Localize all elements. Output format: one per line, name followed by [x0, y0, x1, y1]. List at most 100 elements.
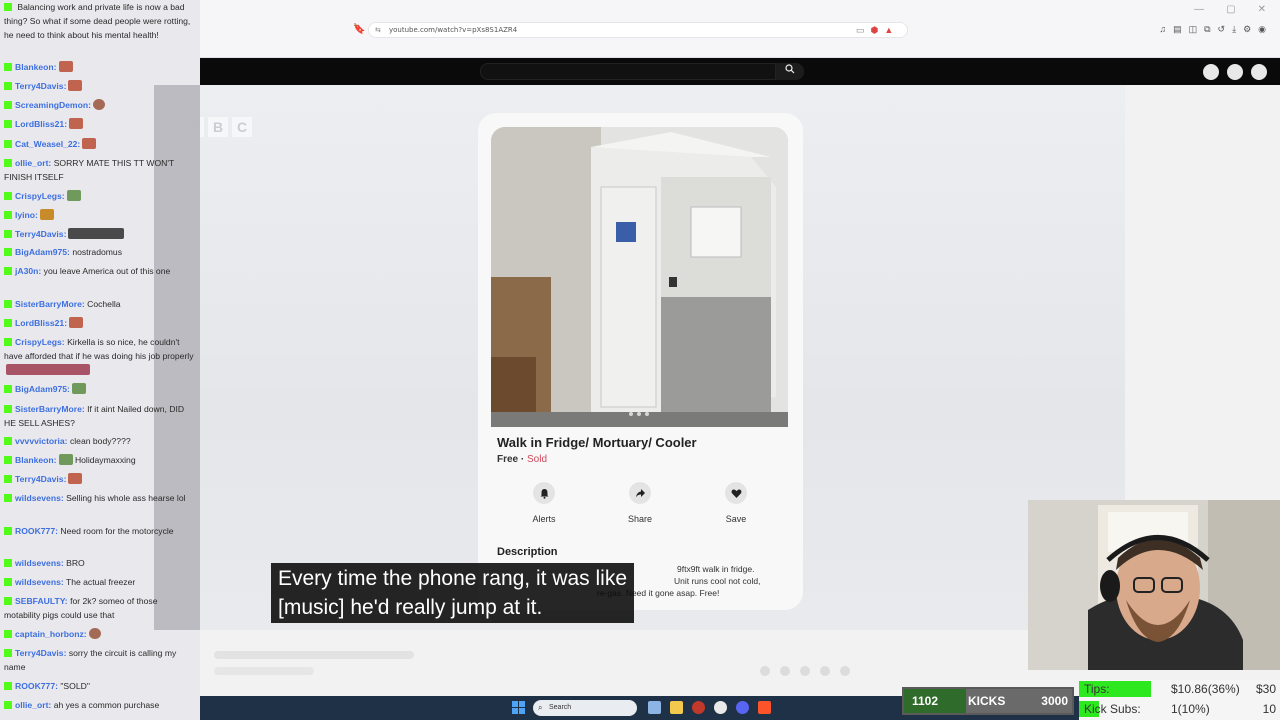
app-icon[interactable] [692, 701, 705, 714]
goal-name: Tips: [1084, 682, 1110, 696]
warning-extension-icon[interactable]: ▲ [884, 22, 893, 38]
music-icon[interactable]: ♫ [1159, 24, 1166, 35]
share-action[interactable]: Share [610, 482, 670, 524]
chat-message: ScreamingDemon: [4, 98, 196, 112]
kick-badge [4, 338, 12, 346]
address-bar-extensions: ▭ ⬢ ▲ [856, 22, 893, 38]
emote [82, 138, 97, 149]
kick-badge [4, 267, 12, 275]
kick-badge [4, 140, 12, 148]
minimize-icon[interactable]: — [1194, 4, 1204, 15]
search-button[interactable] [776, 63, 804, 80]
chrome-icon[interactable] [714, 701, 727, 714]
walk-in-fridge-image [491, 127, 788, 427]
price-separator: · [518, 454, 528, 465]
account-avatar[interactable] [1251, 64, 1267, 80]
pager-dot[interactable] [800, 666, 810, 676]
profile-icon[interactable]: ◉ [1258, 24, 1266, 35]
search-input[interactable] [480, 63, 776, 80]
emote [88, 628, 101, 639]
bell-icon [533, 482, 555, 504]
goal-target: $30 [1255, 682, 1276, 696]
goal-target: 10 [1262, 702, 1276, 716]
notifications-button[interactable] [1227, 64, 1243, 80]
bookmark-icon[interactable]: 🔖 [353, 24, 365, 35]
kick-badge [4, 248, 12, 256]
emote [69, 317, 84, 328]
kick-badge [4, 597, 12, 605]
chat-message: Terry4Davis: [4, 79, 196, 93]
maximize-icon[interactable]: ▢ [1226, 4, 1235, 15]
close-icon[interactable]: ✕ [1258, 4, 1266, 15]
subtitle-skeleton [214, 667, 314, 675]
goal-value: 1(10%) [1171, 702, 1210, 716]
site-info-icon[interactable]: ⇆ [375, 23, 381, 37]
kick-badge [4, 120, 12, 128]
description-heading: Description [497, 546, 558, 558]
shield-extension-icon[interactable]: ⬢ [871, 22, 879, 38]
chat-message: Terry4Davis: sorry the circuit is callin… [4, 648, 177, 672]
caption-line-2: [music] he'd really jump at it. [278, 596, 543, 619]
stream-chat: Balancing work and private life is now a… [0, 0, 200, 720]
create-button[interactable] [1203, 64, 1219, 80]
share-icon [629, 482, 651, 504]
emote [68, 80, 83, 91]
window-controls: — ▢ ✕ [1194, 4, 1266, 15]
brave-icon[interactable] [758, 701, 771, 714]
streamer-webcam [1028, 500, 1280, 670]
discord-icon[interactable] [736, 701, 749, 714]
kick-badge [4, 192, 12, 200]
kick-badge [4, 475, 12, 483]
windows-start-icon[interactable] [512, 701, 525, 714]
emote [6, 364, 90, 375]
chat-message: SisterBarryMore: Cochella [4, 297, 196, 311]
kick-badge [4, 701, 12, 709]
kicks-label: KICKS [968, 694, 1006, 708]
extensions-icon[interactable]: ⧉ [1204, 24, 1210, 35]
save-action[interactable]: Save [706, 482, 766, 524]
chat-message: wildsevens: Selling his whole ass hearse… [4, 491, 196, 505]
browser-tool-icons: ♫ ▤ ◫ ⧉ ↺ ⤓ ⚙ ◉ [1159, 24, 1266, 35]
goal-value: $10.86(36%) [1171, 682, 1240, 696]
kick-badge [4, 578, 12, 586]
price-value: Free [497, 454, 519, 465]
sold-status: Sold [527, 454, 548, 465]
chat-message: Terry4Davis: [4, 472, 196, 486]
pager-dot[interactable] [760, 666, 770, 676]
pager-dot[interactable] [820, 666, 830, 676]
taskbar-search[interactable]: ⌕ Search [533, 700, 637, 716]
kicks-current: 1102 [912, 694, 939, 708]
download-icon[interactable]: ⤓ [1232, 24, 1236, 35]
alerts-action[interactable]: Alerts [514, 482, 574, 524]
pager-dot[interactable] [840, 666, 850, 676]
kick-badge [4, 630, 12, 638]
chat-message: SEBFAULTY: for 2k? someo of those motabi… [4, 596, 158, 620]
youtube-header [200, 58, 1280, 85]
kick-badge [4, 494, 12, 502]
kick-badge [4, 319, 12, 327]
collections-icon[interactable]: ◫ [1189, 24, 1198, 35]
listing-title: Walk in Fridge/ Mortuary/ Cooler [497, 435, 697, 450]
chat-message: Blankeon: [4, 60, 196, 74]
chat-message: captain_horbonz: [4, 627, 196, 641]
emote [58, 454, 73, 465]
emote [92, 99, 105, 110]
address-bar[interactable]: ⇆ youtube.com/watch?v=pXs8S1AZR4 [368, 22, 908, 38]
cast-icon[interactable]: ▭ [856, 22, 865, 38]
pager-dot[interactable] [780, 666, 790, 676]
file-explorer-icon[interactable] [670, 701, 683, 714]
save-label: Save [725, 514, 747, 524]
kick-badge [4, 82, 12, 90]
heart-icon [725, 482, 747, 504]
task-view-icon[interactable] [648, 701, 661, 714]
chat-message: Cat_Weasel_22: [4, 137, 196, 151]
kick-badge [4, 300, 12, 308]
chat-message: ollie_ort: ah yes a common purchase [4, 698, 196, 712]
history-icon[interactable]: ↺ [1218, 24, 1226, 35]
sidebar-icon[interactable]: ▤ [1173, 24, 1182, 35]
kick-badge [4, 101, 12, 109]
alerts-label: Alerts [532, 514, 556, 524]
settings-icon[interactable]: ⚙ [1243, 24, 1251, 35]
taskbar-search-placeholder: Search [549, 704, 572, 711]
chat-message: vvvvvictoria: clean body???? [4, 434, 196, 448]
